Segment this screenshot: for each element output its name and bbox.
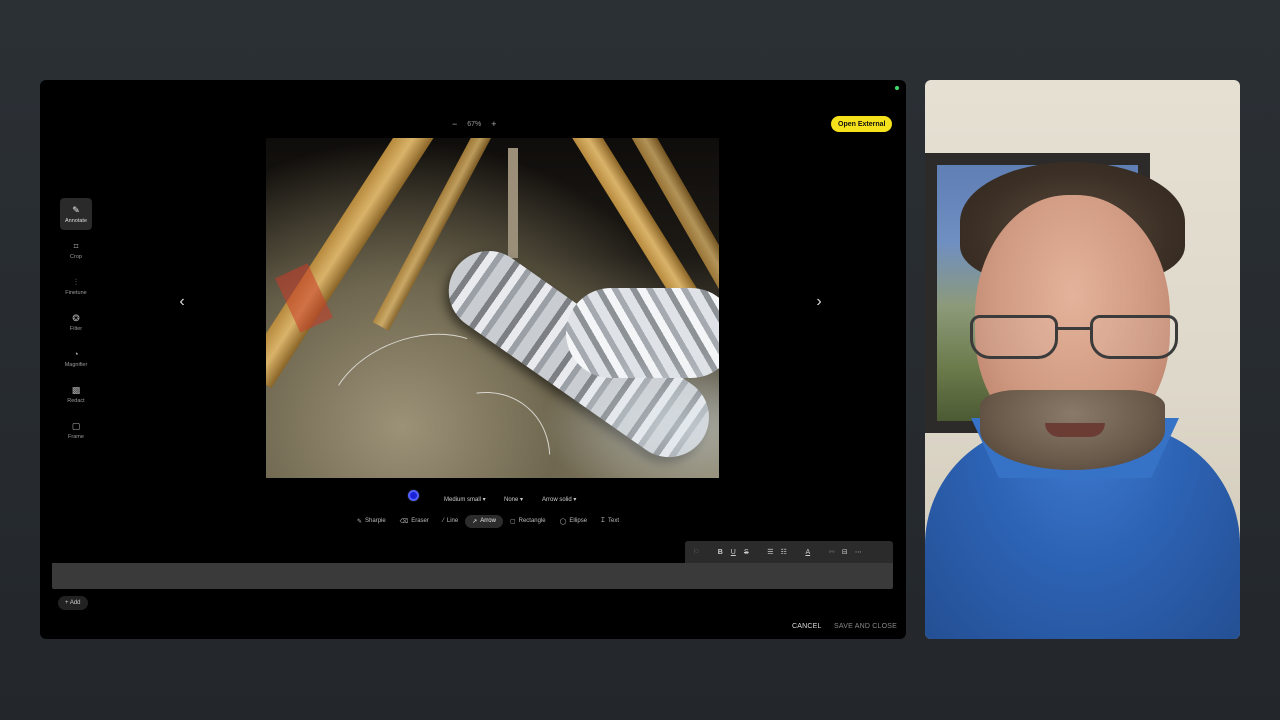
arrow-icon: ↗ <box>472 518 478 525</box>
draw-tool-rectangle[interactable]: ▢ Rectangle <box>503 515 553 528</box>
link-icon[interactable]: ⚯ <box>829 548 835 556</box>
strikethrough-button[interactable]: S <box>743 549 749 556</box>
line-end-dropdown[interactable]: Arrow solid ▾ <box>542 488 576 506</box>
draw-tool-sharpie[interactable]: ✎ Sharpie <box>350 515 393 528</box>
flag-icon[interactable]: ⚐ <box>693 548 699 556</box>
redact-icon: ▩ <box>71 384 81 395</box>
tool-crop[interactable]: ⌗ Crop <box>60 234 92 266</box>
rectangle-icon: ▢ <box>509 518 516 525</box>
align-icon[interactable]: ⊟ <box>842 548 848 556</box>
line-icon: ⁄ <box>442 518 444 524</box>
tool-label: Filter <box>69 325 83 332</box>
tool-magnifier[interactable]: ◔ Magnifier <box>60 342 92 374</box>
drawing-tools: ✎ Sharpie ⌫ Eraser ⁄ Line ↗ Arrow ▢ Rect… <box>350 514 626 528</box>
draw-tool-text[interactable]: Ꮖ Text <box>594 515 626 528</box>
draw-tool-eraser[interactable]: ⌫ Eraser <box>393 515 436 528</box>
open-external-button[interactable]: Open External <box>831 116 893 132</box>
tool-label: Redact <box>67 397 85 404</box>
crop-icon: ⌗ <box>73 240 79 251</box>
line-start-dropdown[interactable]: None ▾ <box>504 488 523 506</box>
tool-label: Finetune <box>65 289 87 296</box>
tool-finetune[interactable]: ⫶ Finetune <box>60 270 92 302</box>
tool-redact[interactable]: ▩ Redact <box>60 378 92 410</box>
underline-button[interactable]: U <box>730 549 736 556</box>
tool-label: Annotate <box>64 217 88 224</box>
text-icon: Ꮖ <box>601 517 605 524</box>
text-format-toolbar: ⚐ B U S ☰ ☷ A ⚯ ⊟ ⋯ <box>685 541 893 563</box>
numbered-list-icon[interactable]: ☷ <box>781 548 787 556</box>
image-editor-window: − 67% + Open External ✎ Annotate ⌗ Crop … <box>40 80 906 639</box>
zoom-out-button[interactable]: − <box>452 119 457 129</box>
support-post <box>508 148 518 258</box>
tool-label: Crop <box>70 253 82 260</box>
webcam-video <box>925 80 1240 639</box>
tool-label: Frame <box>68 433 84 440</box>
tool-frame[interactable]: ▢ Frame <box>60 414 92 446</box>
comment-input[interactable] <box>52 563 893 589</box>
next-image-arrow-icon[interactable]: › <box>811 293 827 311</box>
save-and-close-button[interactable]: SAVE AND CLOSE <box>834 621 897 631</box>
magnifier-icon: ◔ <box>73 348 79 359</box>
tool-label: Magnifier <box>64 361 88 368</box>
sliders-icon: ⫶ <box>74 276 78 287</box>
tool-annotate[interactable]: ✎ Annotate <box>60 198 92 230</box>
eraser-icon: ⌫ <box>399 518 409 525</box>
draw-tool-arrow[interactable]: ↗ Arrow <box>465 514 503 528</box>
bullet-list-icon[interactable]: ☰ <box>767 548 773 556</box>
light-patch <box>539 348 719 478</box>
filter-icon: ❂ <box>72 312 80 323</box>
tool-filter[interactable]: ❂ Filter <box>60 306 92 338</box>
bold-button[interactable]: B <box>717 549 723 556</box>
glasses <box>970 315 1185 361</box>
attic-photo[interactable] <box>266 138 719 478</box>
status-indicator <box>895 86 899 90</box>
cancel-button[interactable]: CANCEL <box>792 621 822 631</box>
frame-icon: ▢ <box>71 420 81 431</box>
add-button[interactable]: + Add <box>58 596 88 610</box>
zoom-controls: − 67% + <box>452 118 497 130</box>
marker-icon: ✎ <box>357 518 363 525</box>
line-width-dropdown[interactable]: Medium small ▾ <box>444 488 486 506</box>
draw-tool-line[interactable]: ⁄ Line <box>436 515 465 528</box>
color-swatch <box>408 490 419 501</box>
ellipse-icon: ◯ <box>559 518 567 525</box>
draw-tool-ellipse[interactable]: ◯ Ellipse <box>553 515 594 528</box>
text-color-icon[interactable]: A <box>805 549 811 556</box>
zoom-level: 67% <box>467 120 482 128</box>
pencil-icon: ✎ <box>72 204 80 215</box>
zoom-in-button[interactable]: + <box>491 119 496 129</box>
more-options-icon[interactable]: ⋯ <box>855 548 862 556</box>
previous-image-arrow-icon[interactable]: ‹ <box>174 293 190 311</box>
annotation-style-options: Medium small ▾ None ▾ Arrow solid ▾ <box>40 488 906 508</box>
tool-rail: ✎ Annotate ⌗ Crop ⫶ Finetune ❂ Filter ◔ … <box>60 198 92 450</box>
stroke-color-picker[interactable] <box>408 488 419 506</box>
